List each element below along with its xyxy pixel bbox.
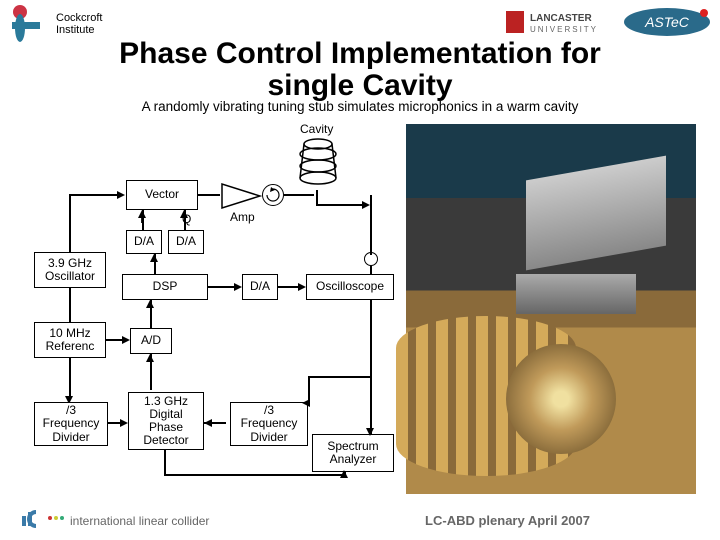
content-row: Cavity Amp Vector I Q 3.9 GHz: [0, 114, 720, 504]
ad-box: A/D: [130, 328, 172, 354]
title-line1: Phase Control Implementation for: [119, 37, 601, 70]
cockcroft-logo-icon: [8, 4, 48, 44]
vector-box: Vector: [126, 180, 198, 210]
block-diagram: Cavity Amp Vector I Q 3.9 GHz: [34, 124, 398, 504]
slide-subtitle: A randomly vibrating tuning stub simulat…: [0, 99, 720, 114]
astec-logo-icon: ASTeC: [622, 5, 712, 44]
oscillator-box: 3.9 GHz Oscillator: [34, 252, 106, 288]
freq-div-left-box: /3 Frequency Divider: [34, 402, 108, 446]
institute-line1: Cockcroft: [56, 12, 102, 24]
reference-box: 10 MHz Referenc: [34, 322, 106, 358]
amp-label: Amp: [230, 210, 255, 224]
circulator-arrow-icon: [265, 187, 281, 203]
cavity-icon: [296, 134, 340, 192]
photo-cavity-end: [506, 344, 616, 454]
freq-div-right-box: /3 Frequency Divider: [230, 402, 308, 446]
event-label: LC-ABD plenary April 2007: [425, 513, 590, 528]
svg-text:ASTeC: ASTeC: [644, 14, 690, 30]
photo-amplifier: [516, 274, 636, 314]
da-i-box: D/A: [126, 230, 162, 254]
title-line2: single Cavity: [267, 69, 452, 102]
oscilloscope-box: Oscilloscope: [306, 274, 394, 300]
da-q-box: D/A: [168, 230, 204, 254]
spectrum-box: Spectrum Analyzer: [312, 434, 394, 472]
institute-name: Cockcroft Institute: [56, 12, 102, 36]
ilc-text: international linear collider: [70, 514, 209, 528]
dsp-box: DSP: [122, 274, 208, 300]
amp-icon: [220, 182, 262, 210]
coupler-icon: [364, 252, 378, 266]
slide-title: Phase Control Implementation for single …: [0, 38, 720, 101]
ilc-logo-icon: [20, 507, 64, 534]
phase-detector-box: 1.3 GHz Digital Phase Detector: [128, 392, 204, 450]
svg-text:UNIVERSITY: UNIVERSITY: [530, 25, 598, 34]
footer: international linear collider LC-ABD ple…: [0, 507, 720, 534]
photo-electronics-stack: [526, 156, 666, 271]
svg-text:LANCASTER: LANCASTER: [530, 13, 592, 24]
institute-line2: Institute: [56, 24, 102, 36]
da-osc-box: D/A: [242, 274, 278, 300]
apparatus-photo: [406, 124, 696, 494]
